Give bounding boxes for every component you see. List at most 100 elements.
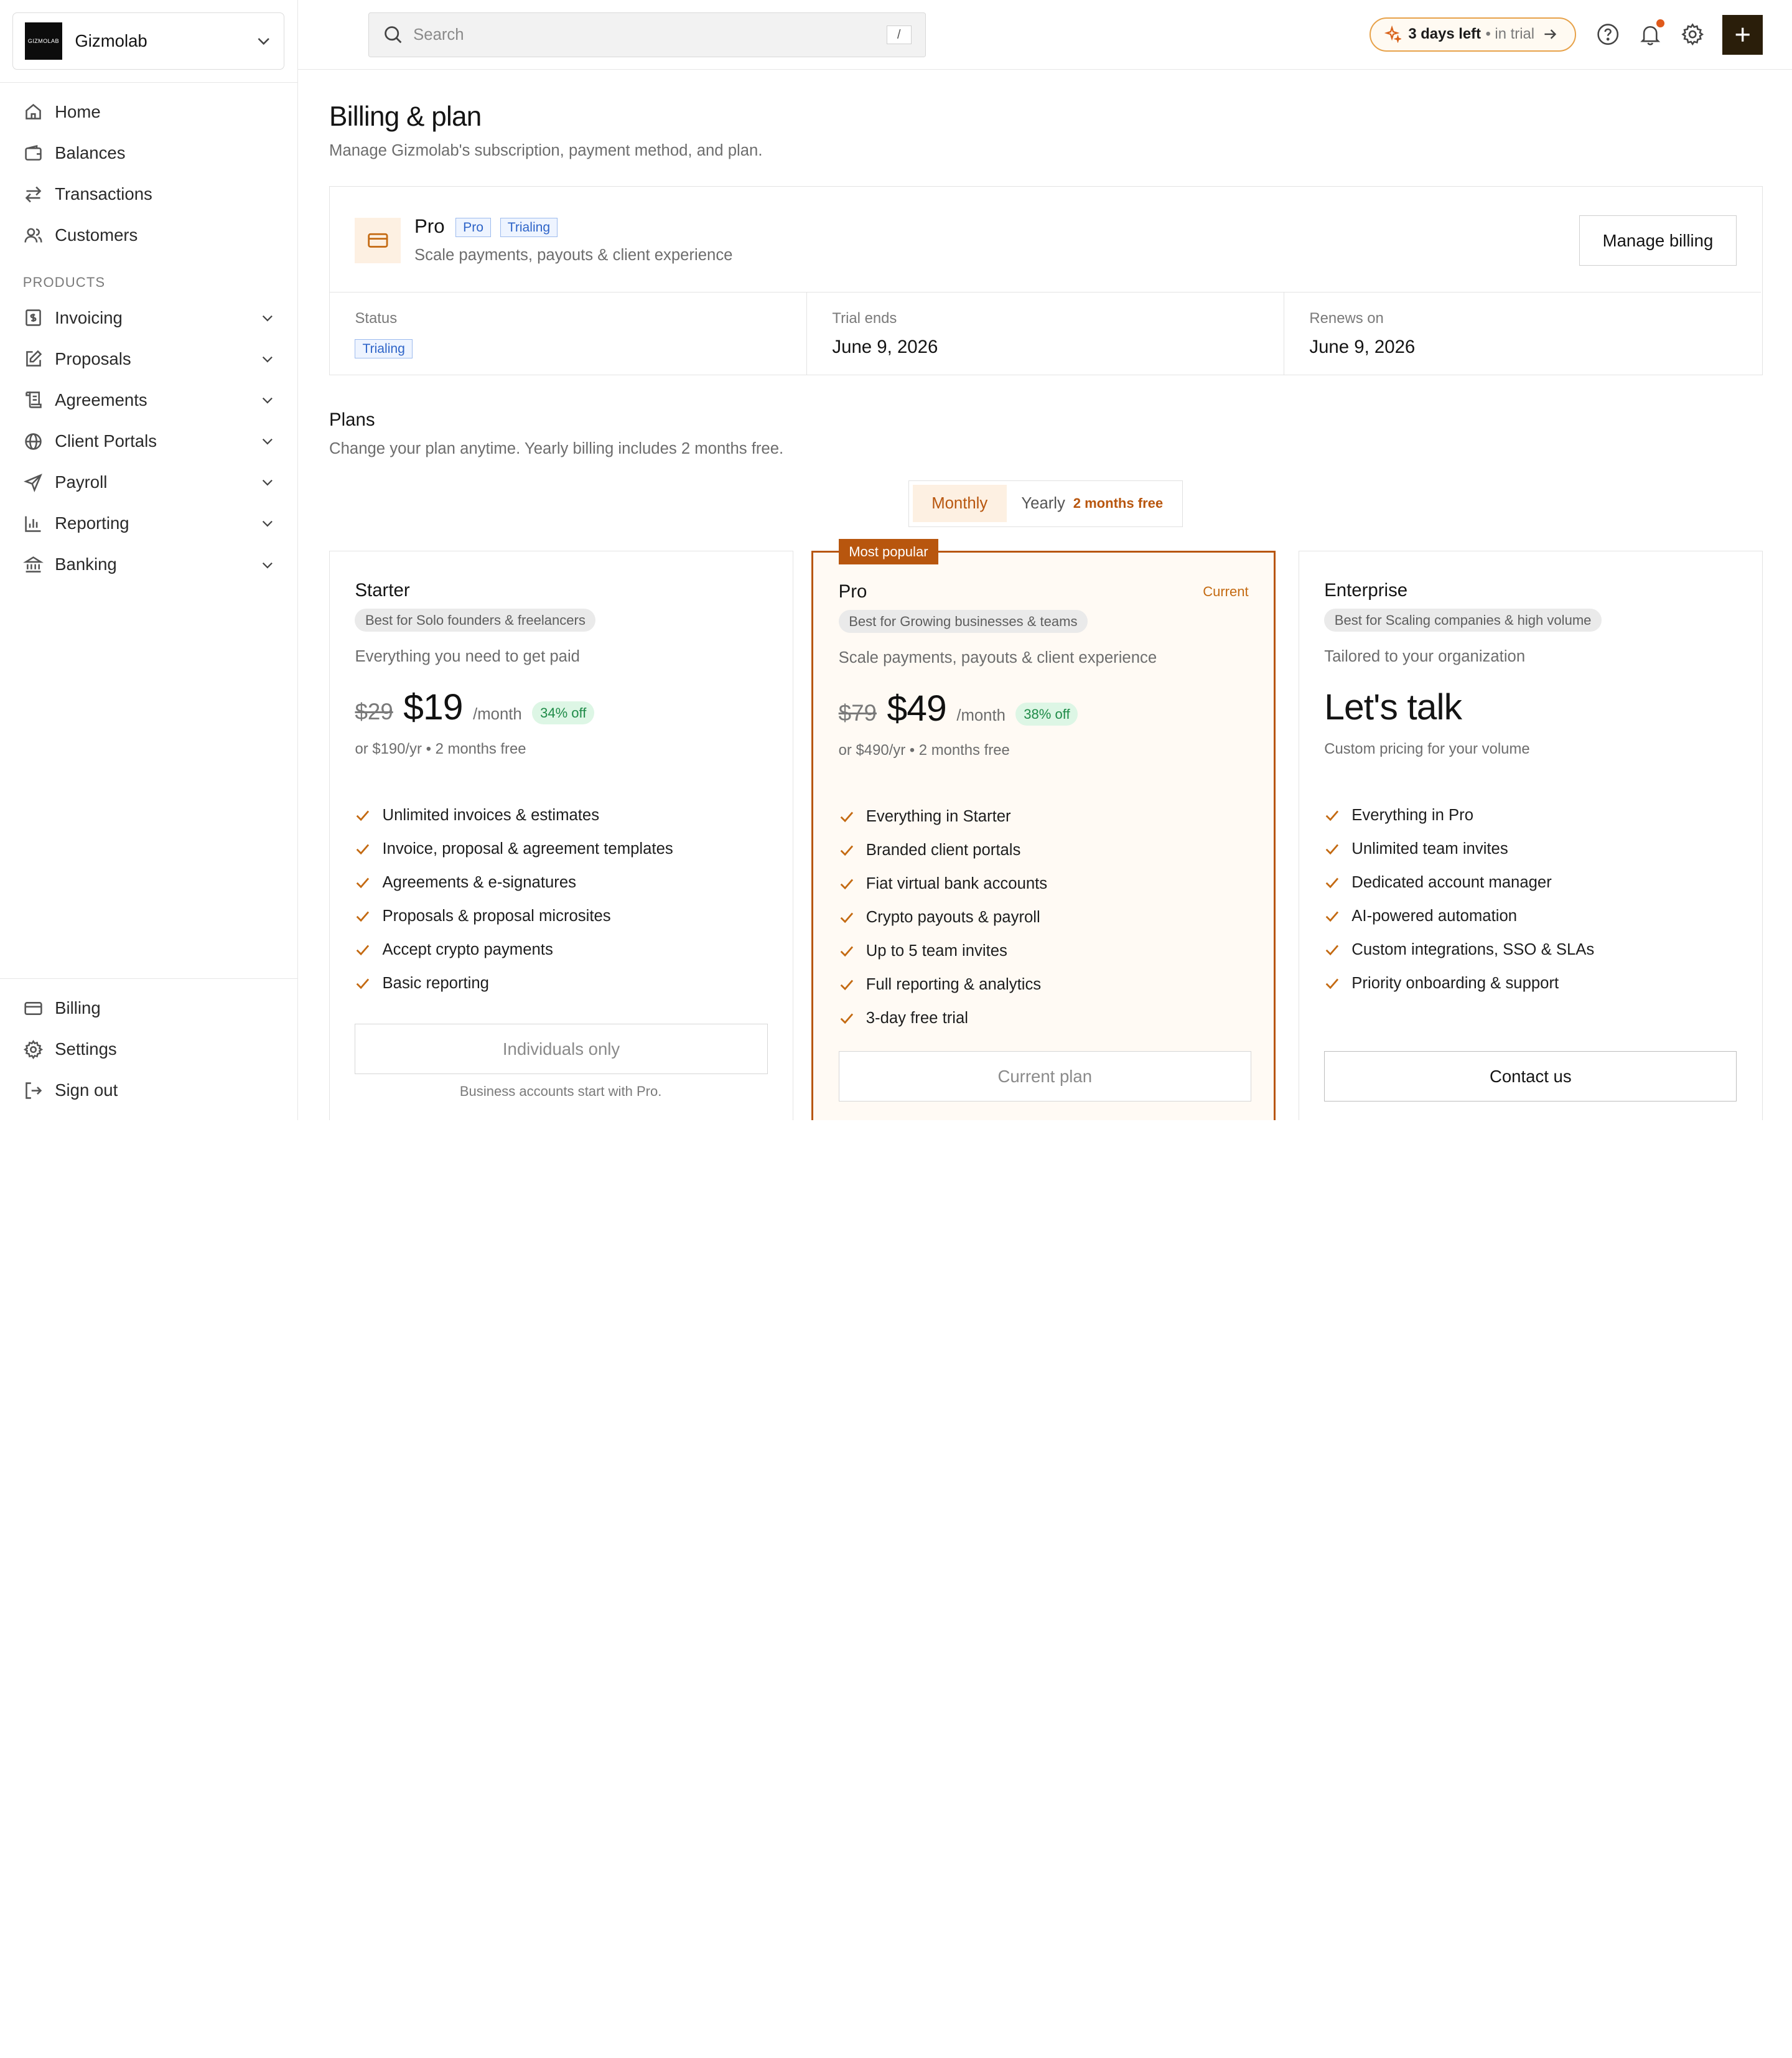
page-subtitle: Manage Gizmolab's subscription, payment … — [329, 141, 763, 159]
price-period: /month — [956, 707, 1006, 725]
check-icon — [1325, 844, 1339, 855]
yearly-price: or $190/yr • 2 months free — [355, 740, 526, 757]
toggle-monthly[interactable]: Monthly — [912, 484, 1007, 523]
feature-item: Everything in Pro — [1324, 798, 1594, 832]
feature-item: Crypto payouts & payroll — [839, 900, 1048, 934]
feature-item: Accept crypto payments — [355, 933, 673, 966]
products-nav: Invoicing Proposals Agreements Client Po… — [0, 297, 298, 586]
feature-list: Unlimited invoices & estimates Invoice, … — [355, 798, 673, 1000]
check-icon — [357, 945, 370, 956]
sidebar-item-client-portals[interactable]: Client Portals — [0, 421, 298, 462]
topbar: / 3 days left • in trial — [298, 0, 1792, 70]
chevron-down-icon — [262, 356, 273, 363]
toggle-yearly[interactable]: Yearly 2 months free — [1007, 485, 1178, 523]
tier-name: Starter — [355, 580, 410, 601]
manage-billing-button[interactable]: Manage billing — [1579, 215, 1737, 266]
sidebar-item-settings[interactable]: Settings — [0, 1029, 298, 1070]
feature-text: Everything in Pro — [1351, 806, 1474, 824]
sidebar-item-customers[interactable]: Customers — [0, 215, 298, 256]
sidebar-item-sign-out[interactable]: Sign out — [0, 1070, 298, 1111]
edit-icon — [26, 350, 42, 367]
check-icon — [840, 980, 853, 991]
check-icon — [840, 879, 853, 890]
tier-price-row: $29 $19 /month 34% off — [355, 686, 595, 728]
status-badge: Trialing — [355, 339, 413, 359]
check-icon — [840, 812, 853, 823]
trial-banner-button[interactable]: 3 days left • in trial — [1369, 17, 1577, 52]
check-icon — [1325, 945, 1339, 956]
tier-card-pro: Most popular Pro Current Best for Growin… — [811, 539, 1276, 1121]
workspace-switcher[interactable]: GIZMOLAB Gizmolab — [12, 12, 285, 70]
feature-item: Unlimited team invites — [1324, 832, 1594, 866]
chevron-down-icon — [262, 315, 273, 322]
bank-icon — [22, 556, 44, 573]
feature-text: Full reporting & analytics — [866, 975, 1042, 993]
sidebar-item-billing[interactable]: Billing — [0, 988, 298, 1029]
trial-days-left: 3 days left — [1408, 26, 1482, 43]
custom-pricing-note: Custom pricing for your volume — [1324, 740, 1530, 757]
feature-item: Priority onboarding & support — [1324, 966, 1594, 1000]
billing-period-toggle: Monthly Yearly 2 months free — [908, 480, 1183, 527]
sidebar: GIZMOLAB Gizmolab Home Balances Transact… — [0, 0, 299, 1121]
sidebar-item-label: Agreements — [55, 390, 147, 409]
check-icon — [1325, 911, 1339, 922]
feature-item: 3-day free trial — [839, 1001, 1048, 1035]
trial-ends-label: Trial ends — [832, 309, 897, 327]
sidebar-item-label: Client Portals — [55, 431, 157, 451]
sidebar-item-banking[interactable]: Banking — [0, 544, 298, 585]
sidebar-item-agreements[interactable]: Agreements — [0, 380, 298, 421]
feature-text: Priority onboarding & support — [1351, 974, 1559, 992]
toggle-yearly-label: Yearly — [1021, 494, 1065, 512]
sidebar-item-transactions[interactable]: Transactions — [0, 174, 298, 215]
tier-description: Scale payments, payouts & client experie… — [838, 648, 1157, 667]
plan-meta-row: Status Trialing Trial ends June 9, 2026 … — [330, 292, 1761, 375]
feature-item: Proposals & proposal microsites — [355, 899, 673, 933]
search-icon — [384, 26, 401, 44]
chevron-down-icon — [262, 480, 273, 486]
users-icon — [24, 228, 42, 243]
bottom-nav: Billing Settings Sign out — [0, 988, 298, 1111]
feature-text: Branded client portals — [866, 841, 1021, 859]
sidebar-item-balances[interactable]: Balances — [0, 133, 298, 174]
price: $19 — [403, 687, 463, 728]
tier-best-for: Best for Scaling companies & high volume — [1324, 609, 1602, 632]
feature-item: Unlimited invoices & estimates — [355, 798, 673, 832]
sidebar-item-home[interactable]: Home — [0, 91, 298, 133]
plans-subtitle: Change your plan anytime. Yearly billing… — [329, 440, 784, 458]
sidebar-item-payroll[interactable]: Payroll — [0, 462, 298, 503]
trial-ends-value: June 9, 2026 — [832, 336, 938, 357]
plan-icon-wrap — [355, 218, 401, 264]
check-icon — [1325, 877, 1339, 889]
search-shortcut-key: / — [886, 26, 912, 44]
renews-cell: Renews on June 9, 2026 — [1284, 292, 1761, 374]
plus-icon — [1735, 27, 1750, 42]
search-input[interactable] — [413, 26, 887, 44]
most-popular-badge: Most popular — [838, 539, 939, 564]
feature-item: Basic reporting — [355, 966, 673, 1000]
feature-text: AI-powered automation — [1351, 907, 1518, 925]
current-plan-button[interactable]: Current plan — [838, 1051, 1251, 1102]
sidebar-item-reporting[interactable]: Reporting — [0, 503, 298, 544]
discount-badge: 38% off — [1015, 703, 1078, 726]
help-icon[interactable] — [1595, 22, 1620, 47]
search-bar[interactable]: / — [368, 12, 926, 57]
sidebar-item-invoicing[interactable]: Invoicing — [0, 297, 298, 339]
contact-us-button[interactable]: Contact us — [1324, 1051, 1737, 1101]
home-icon — [25, 104, 41, 120]
yearly-price: or $490/yr • 2 months free — [838, 741, 1010, 759]
feature-text: Everything in Starter — [866, 807, 1011, 825]
tier-name: Enterprise — [1324, 580, 1408, 601]
check-icon — [357, 911, 370, 922]
status-label: Status — [355, 309, 398, 327]
status-badge: Trialing — [500, 218, 558, 238]
create-new-button[interactable] — [1722, 14, 1763, 55]
individuals-only-button[interactable]: Individuals only — [355, 1024, 768, 1074]
gear-icon[interactable] — [1680, 22, 1705, 47]
chevron-down-icon — [262, 397, 273, 404]
sidebar-item-proposals[interactable]: Proposals — [0, 339, 298, 380]
feature-text: Unlimited team invites — [1351, 840, 1508, 858]
sidebar-item-label: Balances — [55, 143, 126, 163]
workspace-name: Gizmolab — [75, 31, 147, 51]
feature-item: Dedicated account manager — [1324, 866, 1594, 899]
tier-card-enterprise: Enterprise Best for Scaling companies & … — [1298, 551, 1763, 1121]
